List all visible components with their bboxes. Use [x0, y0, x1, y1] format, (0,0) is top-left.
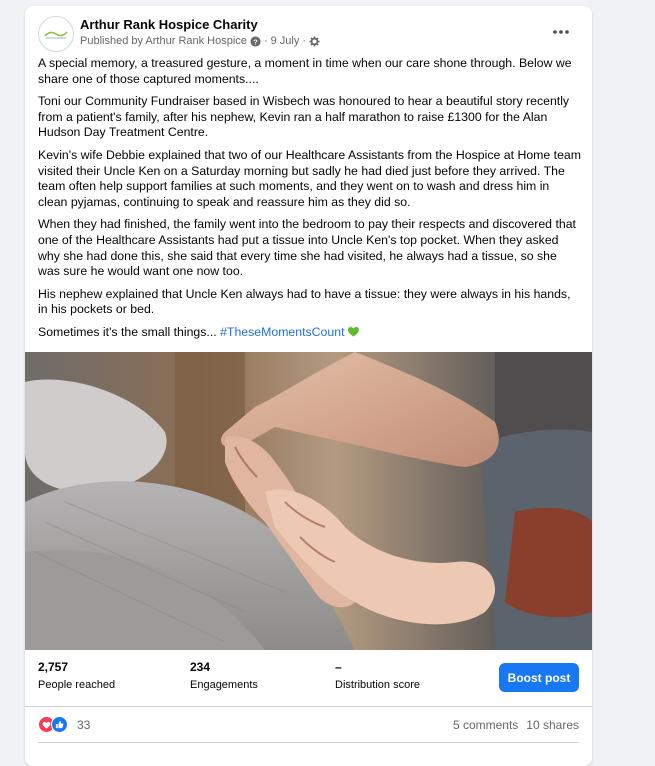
distribution-score-value: –: [335, 660, 342, 674]
svg-text:?: ?: [253, 37, 258, 46]
post-paragraph: A special memory, a treasured gesture, a…: [38, 56, 572, 86]
post-closing-line: Sometimes it's the small things... #Thes…: [38, 325, 582, 341]
comments-shares: 5 comments 10 shares: [453, 718, 579, 732]
post-paragraph: Toni our Community Fundraiser based in W…: [38, 94, 570, 140]
post-paragraph: Kevin's wife Debbie explained that two o…: [38, 147, 581, 209]
page-avatar[interactable]: [38, 16, 74, 52]
reaction-count[interactable]: 33: [77, 718, 90, 732]
people-reached-label: People reached: [38, 679, 116, 691]
post-paragraph: When they had finished, the family went …: [38, 217, 576, 279]
meta-separator: ·: [302, 35, 307, 47]
page-name-link[interactable]: Arthur Rank Hospice Charity: [80, 17, 258, 32]
actions-divider: [38, 742, 579, 743]
post-message: A special memory, a treasured gesture, a…: [38, 56, 582, 348]
distribution-score-stat[interactable]: – Distribution score: [335, 660, 420, 691]
shares-count-link[interactable]: 10 shares: [526, 718, 579, 732]
post-photo[interactable]: [25, 352, 592, 650]
engagements-label: Engagements: [190, 679, 258, 691]
hospice-logo-icon: [44, 31, 68, 39]
post-paragraph: His nephew explained that Uncle Ken alwa…: [38, 286, 571, 317]
people-reached-value: 2,757: [38, 660, 69, 674]
post-insights: 2,757 People reached 234 Engagements – D…: [25, 650, 592, 707]
engagements-stat[interactable]: 234 Engagements: [190, 660, 258, 691]
holding-hands-image: [25, 352, 592, 650]
post-card: Arthur Rank Hospice Charity Published by…: [25, 6, 592, 766]
post-meta: Published by Arthur Rank Hospice ? · 9 J…: [80, 35, 320, 47]
boost-post-button[interactable]: Boost post: [499, 663, 579, 692]
post-header: Arthur Rank Hospice Charity Published by…: [38, 16, 579, 52]
post-date[interactable]: 9 July: [271, 35, 300, 47]
engagements-value: 234: [190, 660, 211, 674]
hashtag-link[interactable]: #TheseMomentsCount: [220, 325, 344, 339]
people-reached-stat[interactable]: 2,757 People reached: [38, 660, 115, 691]
more-options-icon[interactable]: [547, 18, 575, 46]
meta-separator: ·: [263, 35, 268, 47]
gear-icon[interactable]: [309, 35, 320, 47]
green-heart-icon: [347, 326, 359, 337]
published-by-text[interactable]: Published by Arthur Rank Hospice: [80, 35, 247, 47]
comments-count-link[interactable]: 5 comments: [453, 718, 518, 732]
like-reaction-icon: [51, 716, 68, 733]
reactions-bar: 33 5 comments 10 shares: [38, 716, 579, 736]
question-circle-icon[interactable]: ?: [250, 35, 261, 47]
closing-text: Sometimes it's the small things...: [38, 324, 221, 339]
distribution-score-label: Distribution score: [335, 679, 420, 691]
reaction-icons[interactable]: [38, 716, 68, 733]
